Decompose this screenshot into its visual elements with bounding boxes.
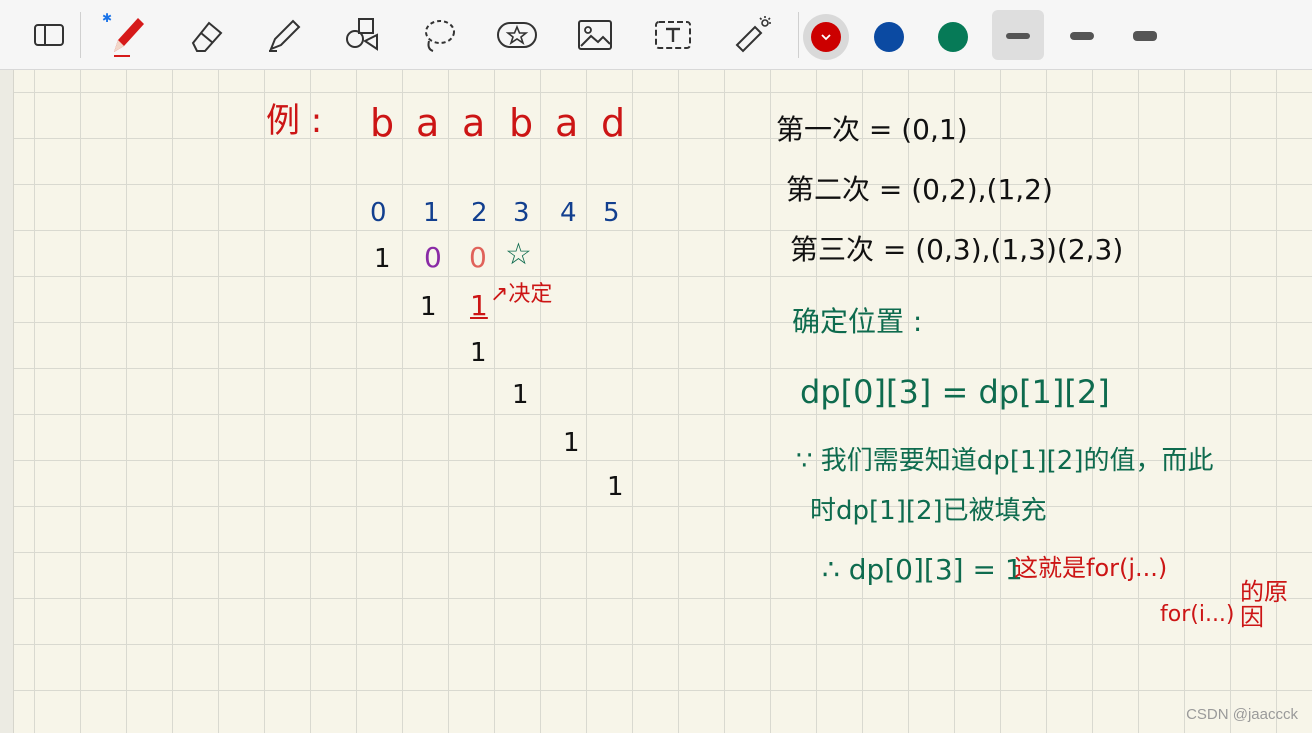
toolbar-divider — [798, 12, 799, 58]
image-icon — [578, 20, 612, 50]
pen-button[interactable]: ✱ — [100, 10, 150, 60]
sticker-button[interactable] — [492, 10, 542, 60]
eraser-icon — [191, 21, 223, 52]
stroke-width-1[interactable] — [1006, 33, 1030, 39]
note-second-pass: 第二次 = (0,2),(1,2) — [786, 173, 1053, 206]
note-for-i: for(i...) — [1160, 602, 1235, 627]
dp-3-3: 1 — [512, 380, 529, 410]
text-box-button[interactable] — [648, 10, 698, 60]
laser-pointer-button[interactable] — [726, 10, 776, 60]
dp-0-1: 0 — [424, 241, 442, 274]
stroke-width-2[interactable] — [1070, 32, 1094, 40]
index-4: 4 — [560, 198, 577, 228]
note-equation: dp[0][3] = dp[1][2] — [800, 373, 1110, 411]
string-char-1: a — [416, 101, 440, 145]
note-canvas[interactable] — [14, 70, 1312, 733]
page-layout-button[interactable] — [24, 10, 74, 60]
color-swatch-blue[interactable] — [874, 22, 904, 52]
decision-annotation: ↗决定 — [490, 282, 553, 307]
lasso-button[interactable] — [414, 10, 464, 60]
stroke-width-3[interactable] — [1133, 31, 1157, 41]
sticker-icon — [497, 22, 537, 48]
shapes-button[interactable] — [336, 10, 386, 60]
note-third-pass: 第三次 = (0,3),(1,3)(2,3) — [790, 233, 1124, 266]
toolbar-divider — [80, 12, 81, 58]
page-margin — [0, 70, 14, 733]
index-1: 1 — [423, 198, 440, 228]
note-first-pass: 第一次 = (0,1) — [776, 113, 968, 146]
text-box-icon — [655, 21, 691, 49]
color-swatch-green[interactable] — [938, 22, 968, 52]
note-result-annotation: 这就是for(j...) — [1014, 554, 1168, 582]
note-reason-tail: 的原因 — [1240, 578, 1288, 632]
string-char-5: d — [601, 101, 626, 145]
index-3: 3 — [513, 198, 530, 228]
dp-4-4: 1 — [563, 428, 580, 458]
string-char-0: b — [370, 101, 395, 145]
dp-5-5: 1 — [607, 472, 624, 502]
dp-1-1: 1 — [420, 292, 437, 322]
note-determine-position: 确定位置 : — [792, 305, 923, 338]
example-label: 例 : — [266, 101, 323, 141]
chevron-down-icon — [821, 34, 831, 41]
dp-0-3-star: ☆ — [505, 237, 532, 272]
eraser-button[interactable] — [180, 10, 230, 60]
dp-2-2: 1 — [470, 338, 487, 368]
shapes-icon — [346, 18, 378, 51]
color-swatch-red[interactable] — [811, 22, 841, 52]
image-button[interactable] — [570, 10, 620, 60]
index-5: 5 — [603, 198, 620, 228]
index-0: 0 — [370, 198, 387, 228]
note-reason-line2: 时dp[1][2]已被填充 — [810, 496, 1047, 526]
page-layout-icon — [34, 24, 64, 46]
dp-0-0: 1 — [374, 244, 391, 274]
dp-0-2: 0 — [469, 241, 487, 274]
highlighter-button[interactable] — [258, 10, 308, 60]
lasso-icon — [425, 20, 455, 52]
dp-1-2: 1 — [470, 289, 488, 322]
laser-pointer-icon — [735, 16, 771, 53]
highlighter-icon — [269, 19, 301, 52]
index-2: 2 — [471, 198, 488, 228]
toolbar: ✱ — [0, 0, 1312, 70]
watermark: CSDN @jaaccck — [1186, 706, 1298, 723]
pen-icon: ✱ — [102, 12, 144, 57]
string-char-3: b — [509, 101, 534, 145]
string-char-2: a — [462, 101, 486, 145]
string-char-4: a — [555, 101, 579, 145]
note-reason-line1: ∵ 我们需要知道dp[1][2]的值，而此 — [796, 446, 1214, 476]
note-result: ∴ dp[0][3] = 1 — [822, 553, 1023, 586]
svg-text:✱: ✱ — [102, 12, 112, 25]
